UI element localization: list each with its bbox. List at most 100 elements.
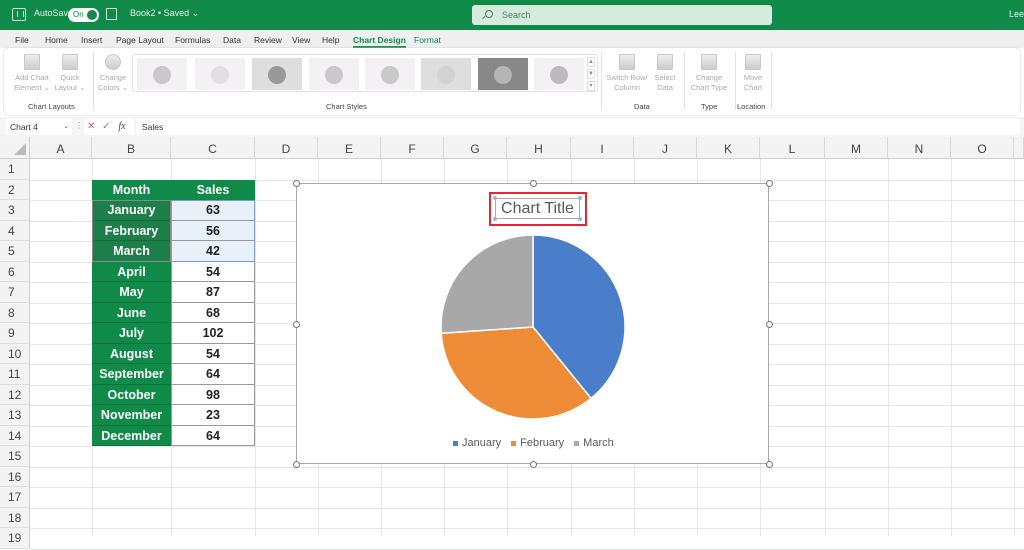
month-cell[interactable]: April [92, 261, 171, 282]
sales-cell[interactable]: 54 [171, 343, 255, 364]
column-header-C[interactable]: C [171, 137, 255, 159]
month-cell[interactable]: August [92, 343, 171, 364]
cancel-icon[interactable]: ✕ [87, 121, 95, 132]
row-header-13[interactable]: 13 [0, 405, 30, 426]
column-header-M[interactable]: M [825, 137, 888, 159]
resize-handle[interactable] [293, 461, 300, 468]
row-header-9[interactable]: 9 [0, 323, 30, 344]
row-header-1[interactable]: 1 [0, 159, 30, 180]
chart-legend[interactable]: January February March [453, 437, 624, 449]
select-data-button[interactable]: Select Data [652, 54, 678, 93]
gallery-more[interactable]: ▾ [587, 81, 595, 91]
row-header-12[interactable]: 12 [0, 384, 30, 405]
column-header-J[interactable]: J [634, 137, 697, 159]
chart-style-7[interactable] [478, 58, 528, 90]
resize-handle[interactable] [293, 180, 300, 187]
gallery-scroll-up[interactable]: ▲ [587, 57, 595, 67]
tab-home[interactable]: Home [45, 35, 68, 45]
tab-page-layout[interactable]: Page Layout [116, 35, 164, 45]
enter-icon[interactable]: ✓ [102, 121, 110, 132]
row-header-2[interactable]: 2 [0, 179, 30, 200]
chart-style-6[interactable] [421, 58, 471, 90]
row-header-4[interactable]: 4 [0, 220, 30, 241]
row-header-14[interactable]: 14 [0, 425, 30, 446]
document-title[interactable]: Book2 • Saved ⌄ [130, 8, 199, 19]
chevron-down-icon[interactable]: ⌄ [63, 119, 69, 135]
row-header-8[interactable]: 8 [0, 302, 30, 323]
month-cell[interactable]: September [92, 364, 171, 385]
header-month[interactable]: Month [92, 179, 171, 200]
sales-cell[interactable]: 54 [171, 261, 255, 282]
change-chart-type-button[interactable]: Change Chart Type [688, 54, 730, 93]
sales-cell[interactable]: 23 [171, 405, 255, 426]
tab-insert[interactable]: Insert [81, 35, 102, 45]
column-header-K[interactable]: K [697, 137, 760, 159]
save-icon[interactable] [106, 8, 117, 20]
month-cell[interactable]: October [92, 384, 171, 405]
month-cell[interactable]: December [92, 425, 171, 446]
insert-function-icon[interactable]: fx [118, 121, 125, 132]
switch-row-column-button[interactable]: Switch Row/ Column [604, 54, 650, 93]
chart-style-3[interactable] [252, 58, 302, 90]
formula-input[interactable]: Sales [136, 119, 1020, 135]
column-header-H[interactable]: H [507, 137, 571, 159]
row-header-7[interactable]: 7 [0, 282, 30, 303]
autosave-toggle[interactable]: On [68, 8, 99, 22]
column-header-G[interactable]: G [444, 137, 507, 159]
sales-cell[interactable]: 102 [171, 323, 255, 344]
resize-handle[interactable] [530, 180, 537, 187]
legend-item-february[interactable]: February [511, 437, 564, 449]
column-header-O[interactable]: O [951, 137, 1014, 159]
more-options-icon[interactable]: ⋮ [75, 121, 83, 130]
tab-format[interactable]: Format [414, 35, 441, 45]
resize-handle[interactable] [766, 180, 773, 187]
tab-chart-design[interactable]: Chart Design [353, 35, 406, 48]
select-all-button[interactable] [0, 137, 30, 159]
pie-chart[interactable]: Chart Title January February March [293, 180, 773, 468]
sales-cell[interactable]: 64 [171, 364, 255, 385]
resize-handle[interactable] [766, 461, 773, 468]
row-header-3[interactable]: 3 [0, 200, 30, 221]
column-header-partial[interactable] [1014, 137, 1024, 159]
pie-slice-march[interactable] [440, 234, 534, 335]
row-header-16[interactable]: 16 [0, 466, 30, 487]
add-chart-element-button[interactable]: Add Chart Element ⌄ [12, 54, 52, 93]
month-cell[interactable]: July [92, 323, 171, 344]
row-header-11[interactable]: 11 [0, 364, 30, 385]
resize-handle[interactable] [293, 321, 300, 328]
chart-style-4[interactable] [309, 58, 359, 90]
column-header-F[interactable]: F [381, 137, 444, 159]
tab-help[interactable]: Help [322, 35, 339, 45]
tab-formulas[interactable]: Formulas [175, 35, 210, 45]
move-chart-button[interactable]: Move Chart [738, 54, 768, 93]
column-header-B[interactable]: B [92, 137, 171, 159]
tab-view[interactable]: View [292, 35, 310, 45]
legend-item-january[interactable]: January [453, 437, 501, 449]
column-header-N[interactable]: N [888, 137, 951, 159]
change-colors-button[interactable]: Change Colors ⌄ [97, 54, 129, 93]
sales-cell[interactable]: 64 [171, 425, 255, 446]
month-cell[interactable]: May [92, 282, 171, 303]
tab-review[interactable]: Review [254, 35, 282, 45]
sales-cell[interactable]: 87 [171, 282, 255, 303]
quick-layout-button[interactable]: Quick Layout ⌄ [54, 54, 86, 93]
header-sales[interactable]: Sales [171, 179, 255, 200]
sales-cell[interactable]: 98 [171, 384, 255, 405]
chart-style-8[interactable] [534, 58, 584, 90]
column-header-E[interactable]: E [318, 137, 381, 159]
chart-style-1[interactable] [137, 58, 187, 90]
search-box[interactable]: Search [472, 5, 772, 25]
legend-item-march[interactable]: March [574, 437, 614, 449]
tab-file[interactable]: File [15, 35, 29, 45]
column-header-D[interactable]: D [255, 137, 318, 159]
row-header-6[interactable]: 6 [0, 261, 30, 282]
column-header-A[interactable]: A [30, 137, 92, 159]
sales-cell[interactable]: 68 [171, 302, 255, 323]
column-header-I[interactable]: I [571, 137, 634, 159]
tab-data[interactable]: Data [223, 35, 241, 45]
name-box[interactable]: Chart 4 ⌄ [6, 119, 72, 135]
user-name[interactable]: Lee [1009, 9, 1024, 19]
row-header-17[interactable]: 17 [0, 487, 30, 508]
row-header-5[interactable]: 5 [0, 241, 30, 262]
chart-style-5[interactable] [365, 58, 415, 90]
